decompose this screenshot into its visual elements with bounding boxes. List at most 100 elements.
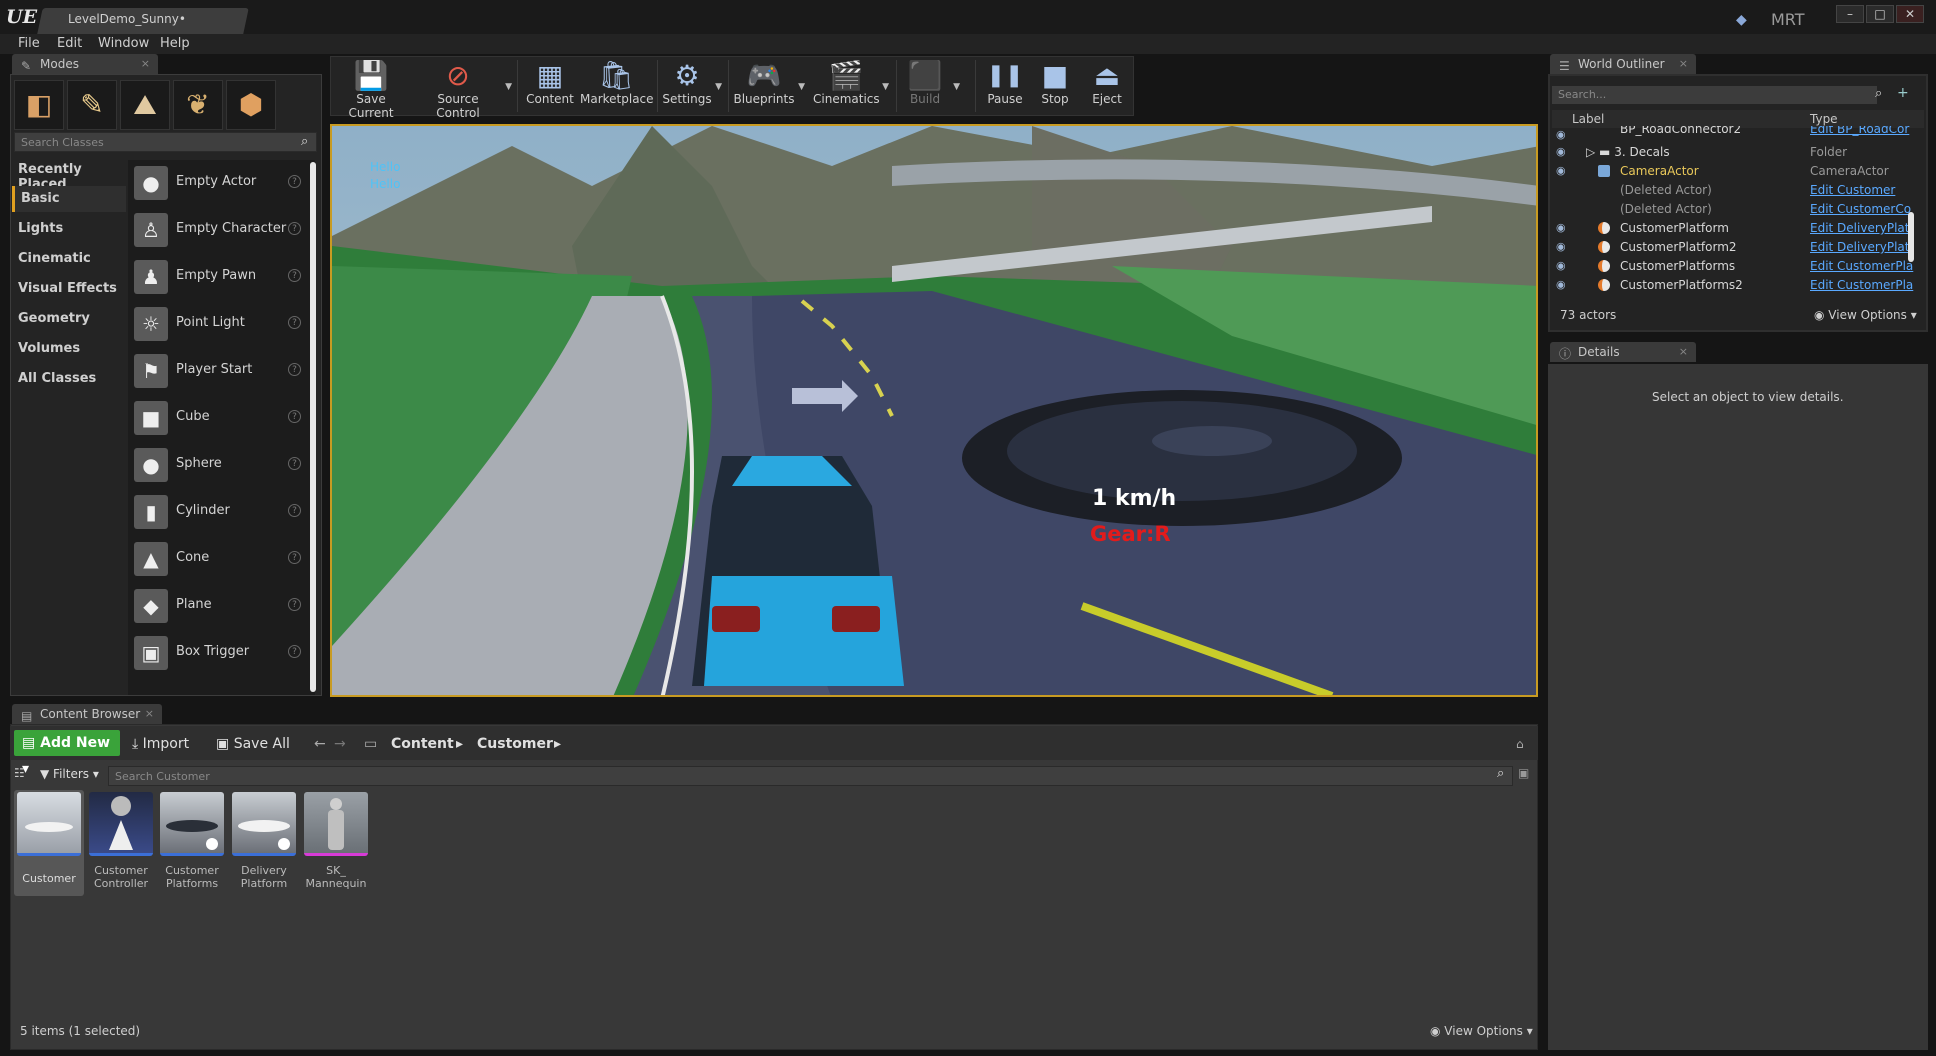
filters-dropdown[interactable]: ▼ Filters ▾ bbox=[40, 767, 99, 781]
source-control-button[interactable]: ⊘ Source Control ▼ bbox=[414, 56, 512, 120]
eye-icon[interactable]: ◉ bbox=[1556, 145, 1566, 158]
outliner-row[interactable]: (Deleted Actor) Edit CustomerCo bbox=[1552, 200, 1924, 219]
close-icon[interactable]: × bbox=[1679, 342, 1688, 362]
eye-icon[interactable]: ◉ bbox=[1556, 221, 1566, 234]
class-item-empty-pawn[interactable]: ♟ Empty Pawn? bbox=[128, 254, 308, 298]
save-current-button[interactable]: 💾 Save Current bbox=[334, 56, 408, 120]
add-new-button[interactable]: ▤ Add New ▾ bbox=[14, 730, 120, 777]
class-item-cylinder[interactable]: ▮ Cylinder? bbox=[128, 489, 308, 533]
category-lights[interactable]: Lights bbox=[12, 216, 126, 242]
close-window-button[interactable]: ✕ bbox=[1896, 5, 1924, 23]
sources-toggle-icon[interactable]: ☷ bbox=[14, 766, 25, 780]
close-icon[interactable]: × bbox=[141, 54, 150, 74]
back-arrow-icon[interactable]: ← bbox=[314, 732, 326, 756]
category-cinematic[interactable]: Cinematic bbox=[12, 246, 126, 272]
search-classes-input[interactable]: Search Classes bbox=[14, 132, 317, 152]
outliner-scrollbar[interactable] bbox=[1908, 212, 1914, 262]
tab-modes[interactable]: ✎ Modes × bbox=[12, 54, 158, 74]
outliner-row[interactable]: ◉ CustomerPlatform2 Edit DeliveryPlat bbox=[1552, 238, 1924, 257]
class-item-box-trigger[interactable]: ▣ Box Trigger? bbox=[128, 630, 308, 674]
build-button[interactable]: ⬛ Build ▼ bbox=[900, 56, 960, 116]
forward-arrow-icon[interactable]: → bbox=[334, 732, 346, 756]
geometry-mode-icon[interactable]: ⬢ bbox=[226, 80, 276, 130]
stop-button[interactable]: ■ Stop bbox=[1032, 56, 1078, 116]
import-button[interactable]: ⤓ Import bbox=[132, 732, 189, 756]
class-item-cube[interactable]: ■ Cube? bbox=[128, 395, 308, 439]
category-visual-effects[interactable]: Visual Effects bbox=[12, 276, 126, 302]
category-geometry[interactable]: Geometry bbox=[12, 306, 126, 332]
content-view-options[interactable]: ◉ View Options ▾ bbox=[1430, 1024, 1533, 1038]
outliner-row[interactable]: ◉ CameraActor CameraActor bbox=[1552, 162, 1924, 181]
save-search-icon[interactable]: ▣ bbox=[1518, 766, 1529, 780]
content-button[interactable]: ▦ Content bbox=[522, 56, 578, 116]
breadcrumb-separator-icon[interactable]: ▸ bbox=[554, 732, 561, 756]
asset-customer-controller[interactable]: Customer Controller bbox=[89, 792, 153, 896]
help-icon[interactable]: ? bbox=[288, 363, 301, 376]
paint-mode-icon[interactable]: ✎ bbox=[67, 80, 117, 130]
level-viewport[interactable] bbox=[330, 124, 1538, 697]
settings-button[interactable]: ⚙ Settings ▼ bbox=[662, 56, 722, 116]
tab-world-outliner[interactable]: ☰ World Outliner × bbox=[1550, 54, 1696, 74]
search-icon[interactable]: ⌕ bbox=[1497, 766, 1504, 781]
place-mode-icon[interactable]: ◧ bbox=[14, 80, 64, 130]
asset-customer[interactable]: Customer bbox=[17, 792, 81, 896]
outliner-row[interactable]: ◉ CustomerPlatform Edit DeliveryPlat bbox=[1552, 219, 1924, 238]
class-item-plane[interactable]: ◆ Plane? bbox=[128, 583, 308, 627]
tab-content-browser[interactable]: ▤ Content Browser × bbox=[12, 704, 162, 724]
outliner-row[interactable]: ◉ ▷ ▬ 3. Decals Folder bbox=[1552, 143, 1924, 162]
pause-button[interactable]: ❚❚ Pause bbox=[980, 56, 1030, 116]
menu-file[interactable]: File bbox=[18, 36, 40, 51]
breadcrumb-customer[interactable]: Customer bbox=[477, 732, 553, 756]
menu-edit[interactable]: Edit bbox=[57, 36, 82, 51]
cinematics-button[interactable]: 🎬 Cinematics ▼ bbox=[813, 56, 889, 116]
menu-window[interactable]: Window bbox=[98, 36, 149, 51]
blueprints-button[interactable]: 🎮 Blueprints ▼ bbox=[733, 56, 805, 116]
search-icon[interactable]: ⌕ bbox=[1875, 86, 1882, 101]
class-item-empty-character[interactable]: ♙ Empty Character? bbox=[128, 207, 308, 251]
minimize-button[interactable]: – bbox=[1836, 5, 1864, 23]
tab-details[interactable]: ⓘ Details × bbox=[1550, 342, 1696, 362]
help-icon[interactable]: ? bbox=[288, 457, 301, 470]
category-all-classes[interactable]: All Classes bbox=[12, 366, 126, 392]
asset-delivery-platform[interactable]: Delivery Platform bbox=[232, 792, 296, 896]
help-icon[interactable]: ? bbox=[288, 645, 301, 658]
column-label[interactable]: Label bbox=[1572, 112, 1604, 126]
eject-button[interactable]: ⏏ Eject bbox=[1084, 56, 1130, 116]
outliner-row[interactable]: ◉ CustomerPlatforms2 Edit CustomerPla bbox=[1552, 276, 1924, 295]
chevron-down-icon[interactable]: ▼ bbox=[953, 82, 960, 92]
help-icon[interactable]: ? bbox=[288, 410, 301, 423]
save-all-button[interactable]: ▣ Save All bbox=[216, 732, 290, 756]
chevron-down-icon[interactable]: ▼ bbox=[715, 82, 722, 92]
breadcrumb-content[interactable]: Content bbox=[391, 732, 454, 756]
outliner-search-input[interactable]: Search... bbox=[1552, 86, 1877, 104]
close-icon[interactable]: × bbox=[1679, 54, 1688, 74]
eye-icon[interactable]: ◉ bbox=[1556, 278, 1566, 291]
class-list-scrollbar[interactable] bbox=[310, 162, 316, 692]
help-icon[interactable]: ? bbox=[288, 222, 301, 235]
close-icon[interactable]: × bbox=[145, 704, 154, 724]
outliner-row[interactable]: ◉ CustomerPlatforms Edit CustomerPla bbox=[1552, 257, 1924, 276]
help-icon[interactable]: ? bbox=[288, 551, 301, 564]
category-volumes[interactable]: Volumes bbox=[12, 336, 126, 362]
class-item-point-light[interactable]: ☼ Point Light? bbox=[128, 301, 308, 345]
help-icon[interactable]: ? bbox=[288, 598, 301, 611]
asset-sk-mannequin[interactable]: SK_ Mannequin bbox=[304, 792, 368, 896]
menu-help[interactable]: Help bbox=[160, 36, 190, 51]
content-search-input[interactable]: Search Customer bbox=[108, 766, 1513, 786]
help-icon[interactable]: ? bbox=[288, 269, 301, 282]
chevron-down-icon[interactable]: ▼ bbox=[505, 82, 512, 92]
add-folder-icon[interactable]: + bbox=[1897, 85, 1917, 103]
chevron-down-icon[interactable]: ▼ bbox=[882, 82, 889, 92]
foliage-mode-icon[interactable]: ❦ bbox=[173, 80, 223, 130]
eye-icon[interactable]: ◉ bbox=[1556, 240, 1566, 253]
category-recently-placed[interactable]: Recently Placed bbox=[12, 157, 126, 192]
eye-icon[interactable]: ◉ bbox=[1556, 128, 1566, 140]
class-item-player-start[interactable]: ⚑ Player Start? bbox=[128, 348, 308, 392]
column-type[interactable]: Type bbox=[1810, 112, 1838, 126]
help-icon[interactable]: ? bbox=[288, 316, 301, 329]
breadcrumb-separator-icon[interactable]: ▸ bbox=[456, 732, 463, 756]
help-icon[interactable]: ? bbox=[288, 175, 301, 188]
asset-customer-platforms[interactable]: Customer Platforms bbox=[160, 792, 224, 896]
chevron-down-icon[interactable]: ▼ bbox=[798, 82, 805, 92]
marketplace-button[interactable]: 🛍 Marketplace bbox=[580, 56, 654, 116]
